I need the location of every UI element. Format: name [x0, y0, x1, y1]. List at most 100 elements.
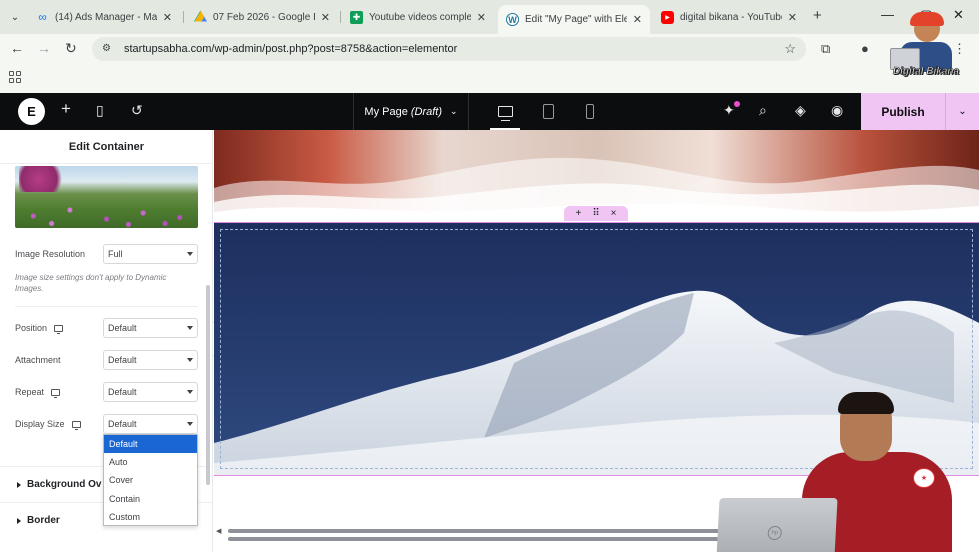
meta-icon: ∞	[38, 10, 47, 24]
caret-right-icon	[17, 517, 21, 524]
repeat-control: Repeat Default	[15, 382, 198, 402]
edit-panel: Edit Container Image Resolution Full Ima…	[0, 130, 213, 552]
history-icon[interactable]: ↺	[131, 102, 143, 119]
channel-name-line2: Bikana	[926, 66, 960, 78]
forward-arrow-icon[interactable]: →	[37, 40, 51, 56]
presenter-hair	[838, 392, 894, 414]
tab-search-icon[interactable]: ⌄	[6, 8, 24, 26]
repeat-label: Repeat	[15, 387, 45, 397]
dropdown-option[interactable]: Cover	[104, 471, 197, 489]
tab-title: digital bikana - YouTube	[680, 11, 782, 23]
display-size-label: Display Size	[15, 419, 65, 429]
desktop-icon	[497, 106, 513, 121]
dropdown-option[interactable]: Custom	[104, 508, 197, 526]
close-icon[interactable]: ✕	[163, 11, 172, 24]
scroll-thumb[interactable]	[228, 529, 733, 533]
section-label: Border	[27, 515, 60, 526]
browser-tab-sheets[interactable]: ✚ Youtube videos complete ✕	[342, 5, 494, 29]
browser-tab-youtube[interactable]: ▶ digital bikana - YouTube ✕	[653, 5, 805, 29]
image-resolution-select[interactable]: Full	[103, 244, 198, 264]
drag-handle-icon[interactable]: ⠿	[592, 208, 599, 219]
elementor-logo-icon[interactable]: E	[18, 98, 45, 125]
repeat-value: Default	[108, 387, 137, 397]
close-icon[interactable]: ✕	[788, 11, 797, 24]
back-arrow-icon[interactable]: ←	[10, 40, 24, 56]
add-element-icon[interactable]: +	[61, 99, 71, 119]
chevron-down-icon: ⌄	[450, 106, 458, 116]
reload-icon[interactable]: ↻	[65, 40, 77, 57]
channel-name-line1: Digital	[892, 66, 924, 78]
search-icon[interactable]: ⌕	[759, 102, 767, 119]
dropdown-option[interactable]: Auto	[104, 453, 197, 471]
close-icon[interactable]: ✕	[321, 11, 330, 24]
position-select[interactable]: Default	[103, 318, 198, 338]
caret-right-icon	[17, 481, 21, 488]
display-size-select[interactable]: Default	[103, 414, 198, 434]
page-settings-icon[interactable]: ▯	[96, 102, 104, 119]
page-name: My Page	[364, 105, 408, 118]
preview-eye-icon[interactable]: ◉	[831, 102, 843, 119]
notification-dot	[734, 101, 740, 107]
publish-options-chevron-icon[interactable]: ⌄	[945, 93, 979, 130]
container-handle[interactable]: + ⠿ ×	[564, 206, 628, 221]
extensions-icon[interactable]: ⧉	[821, 41, 830, 57]
attachment-label: Attachment	[15, 355, 61, 365]
responsive-desktop-icon[interactable]	[54, 324, 64, 334]
desktop-view-button[interactable]	[484, 93, 526, 130]
responsive-desktop-icon[interactable]	[71, 420, 81, 430]
image-resolution-control: Image Resolution Full	[15, 244, 198, 264]
panel-scrollbar[interactable]	[206, 285, 210, 485]
caret-down-icon	[187, 390, 193, 394]
close-icon[interactable]: ✕	[477, 11, 486, 24]
position-control: Position Default	[15, 318, 198, 338]
address-bar[interactable]: ⚙ startupsabha.com/wp-admin/post.php?pos…	[92, 37, 806, 61]
shirt-logo-icon: ★	[913, 468, 935, 488]
page-status: (Draft)	[410, 105, 443, 118]
dropdown-option[interactable]: Contain	[104, 490, 197, 508]
notifications-icon[interactable]: ✦	[723, 102, 735, 119]
browser-tab-ads-manager[interactable]: ∞ (14) Ads Manager - Mana ✕	[28, 5, 180, 29]
browser-tab-google-drive[interactable]: 07 Feb 2026 - Google Dri ✕	[186, 5, 338, 29]
caret-down-icon	[187, 422, 193, 426]
scroll-left-icon[interactable]: ◀	[216, 527, 221, 535]
dropdown-option[interactable]: Default	[104, 435, 197, 454]
page-selector[interactable]: My Page (Draft) ⌄	[353, 93, 469, 130]
mobile-view-button[interactable]	[569, 93, 611, 130]
delete-container-icon[interactable]: ×	[611, 208, 617, 219]
browser-tab-elementor[interactable]: W Edit "My Page" with Elem ✕	[498, 5, 650, 34]
bookmark-star-icon[interactable]: ☆	[784, 41, 796, 57]
tablet-view-button[interactable]	[527, 93, 569, 130]
repeat-select[interactable]: Default	[103, 382, 198, 402]
channel-logo: Digital Bikana	[886, 12, 966, 86]
background-image-preview[interactable]	[15, 166, 198, 228]
image-resolution-label: Image Resolution	[15, 249, 86, 259]
google-drive-icon	[194, 10, 207, 22]
tablet-icon	[542, 104, 554, 119]
apps-grid-icon[interactable]	[9, 71, 21, 83]
elementor-top-bar: E + ▯ ↺ My Page (Draft) ⌄ ✦ ⌕ ◈ ◉ Publis…	[0, 93, 979, 130]
bookmarks-bar	[0, 64, 979, 93]
attachment-value: Default	[108, 355, 137, 365]
tab-title: Edit "My Page" with Elem	[525, 14, 627, 25]
url-text: startupsabha.com/wp-admin/post.php?post=…	[124, 43, 458, 55]
structure-layers-icon[interactable]: ◈	[795, 102, 806, 119]
close-icon[interactable]: ✕	[633, 13, 642, 26]
profile-avatar[interactable]: ●	[861, 41, 869, 56]
new-tab-button[interactable]: +	[813, 7, 822, 24]
youtube-icon: ▶	[661, 10, 674, 24]
scroll-thumb[interactable]	[228, 537, 733, 541]
add-container-icon[interactable]: +	[575, 208, 581, 219]
position-label: Position	[15, 323, 48, 333]
responsive-desktop-icon[interactable]	[51, 388, 61, 398]
caret-down-icon	[187, 358, 193, 362]
panel-title: Edit Container	[0, 130, 213, 164]
image-resolution-value: Full	[108, 249, 123, 259]
tab-title: (14) Ads Manager - Mana	[55, 11, 157, 23]
wordpress-icon: W	[506, 13, 519, 26]
attachment-select[interactable]: Default	[103, 350, 198, 370]
tab-title: 07 Feb 2026 - Google Dri	[213, 11, 315, 23]
publish-button[interactable]: Publish	[861, 93, 945, 130]
site-info-icon[interactable]: ⚙	[102, 43, 114, 55]
browser-tab-strip: ⌄ ∞ (14) Ads Manager - Mana ✕ 07 Feb 202…	[0, 0, 979, 34]
browser-toolbar: ← → ↻ ⚙ startupsabha.com/wp-admin/post.p…	[0, 34, 979, 64]
